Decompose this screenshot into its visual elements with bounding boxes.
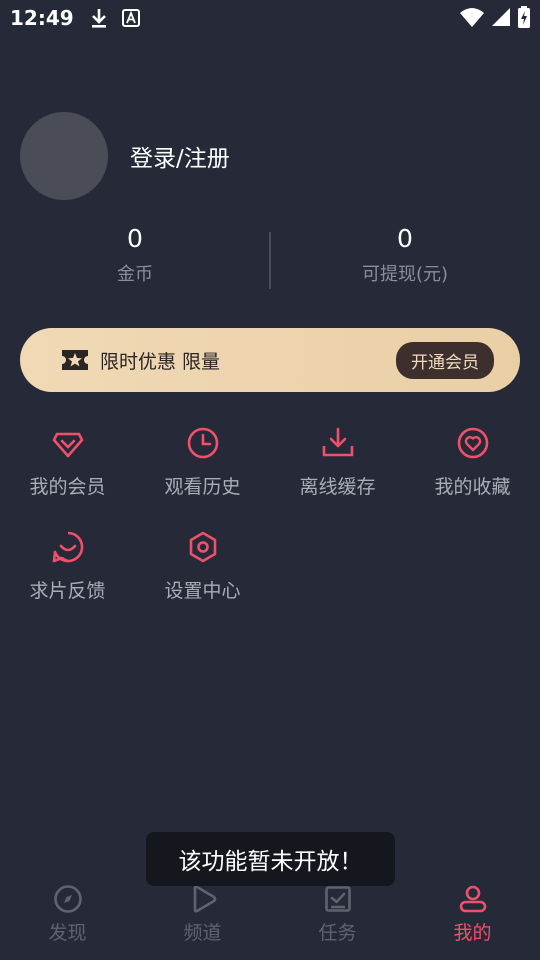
menu-item-my-favorites[interactable]: 我的收藏 [405,422,540,526]
tab-tasks[interactable]: 任务 [270,878,405,960]
stat-coins[interactable]: 0 金币 [0,222,270,292]
play-icon [193,885,216,913]
login-register-link[interactable]: 登录/注册 [130,139,230,173]
wifi-icon [460,8,484,27]
menu-item-watch-history[interactable]: 观看历史 [135,422,270,526]
menu-item-offline-cache[interactable]: 离线缓存 [270,422,405,526]
menu-item-label: 求片反馈 [29,580,106,602]
menu-item-settings[interactable]: 设置中心 [135,526,270,630]
ticket-star-icon [62,350,88,370]
vip-promo-text: 限时优惠 限量 [100,350,221,373]
tab-channels[interactable]: 频道 [135,878,270,960]
bottom-tab-bar: 发现 频道 任务 我的 [0,878,540,960]
profile-header[interactable]: 登录/注册 [20,112,230,200]
account-stats: 0 金币 0 可提现(元) [0,222,540,292]
menu-item-label: 我的收藏 [434,476,511,498]
stat-label: 金币 [117,264,153,285]
stat-withdrawable[interactable]: 0 可提现(元) [270,222,540,292]
stat-value: 0 [397,224,413,253]
avatar[interactable] [20,112,108,200]
download-icon [91,9,106,28]
vip-promo-banner[interactable]: 限时优惠 限量 开通会员 [20,328,520,392]
tab-label: 任务 [318,922,357,944]
tab-label: 我的 [453,922,492,944]
stats-divider [269,232,271,289]
open-membership-button[interactable]: 开通会员 [396,341,494,379]
battery-charging-icon [518,6,530,28]
signal-icon [492,8,510,26]
heart-circle-icon [457,427,488,459]
status-time: 12:49 [10,6,74,30]
menu-item-my-membership[interactable]: 我的会员 [0,422,135,526]
task-check-icon [324,886,351,912]
download-tray-icon [322,427,353,457]
person-icon [459,885,486,913]
tab-label: 频道 [183,922,222,944]
menu-item-label: 离线缓存 [299,476,376,498]
feature-menu: 我的会员 观看历史 离线缓存 我的收藏 求片反馈 设置中心 [0,422,540,630]
menu-item-label: 观看历史 [164,476,241,498]
stat-label: 可提现(元) [361,264,449,285]
tab-discover[interactable]: 发现 [0,878,135,960]
tab-label: 发现 [48,922,87,944]
hexagon-settings-icon [189,531,216,563]
compass-icon [53,885,82,913]
clock-icon [187,427,218,459]
a-notification-icon [121,9,140,27]
menu-item-request-feedback[interactable]: 求片反馈 [0,526,135,630]
tab-mine[interactable]: 我的 [405,878,540,960]
toast-message: 该功能暂未开放！ [146,832,395,886]
menu-item-label: 我的会员 [29,476,106,498]
smile-chat-icon [52,531,83,563]
menu-item-label: 设置中心 [164,580,241,602]
stat-value: 0 [127,224,143,253]
status-bar: 12:49 [0,0,540,36]
diamond-heart-icon [52,432,83,458]
